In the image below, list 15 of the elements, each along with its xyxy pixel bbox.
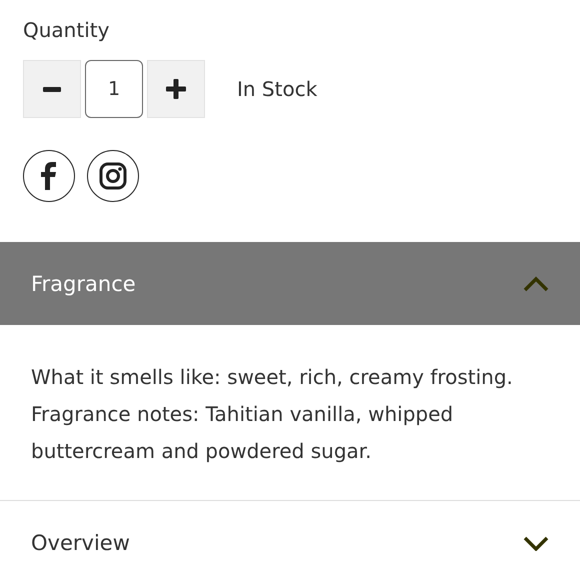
- fragrance-description: What it smells like: sweet, rich, creamy frosting. Fragrance notes: Tahitian vanilla, whipped buttercream and powdered sugar.: [30, 364, 514, 465]
- facebook-link[interactable]: [23, 150, 75, 202]
- increase-button[interactable]: [147, 60, 205, 118]
- stock-status: In Stock: [237, 77, 318, 101]
- chevron-up-icon: [522, 276, 550, 292]
- instagram-link[interactable]: [87, 150, 139, 202]
- facebook-icon: [40, 162, 58, 190]
- quantity-field[interactable]: 1: [85, 60, 143, 118]
- accordion-header[interactable]: Fragrance: [0, 242, 580, 325]
- minus-icon: [43, 86, 61, 92]
- decrease-button[interactable]: [23, 60, 81, 118]
- quantity-label: Quantity: [23, 17, 110, 44]
- instagram-icon: [99, 162, 127, 190]
- plus-icon: [166, 79, 186, 99]
- chevron-down-icon: [522, 534, 550, 550]
